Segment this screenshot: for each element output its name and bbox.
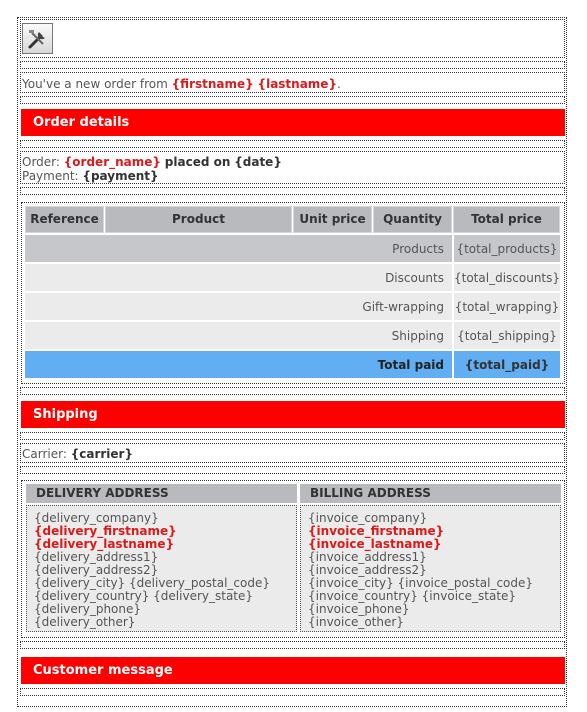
row-total-paid-label: Total paid bbox=[25, 351, 452, 378]
section-shipping: Shipping bbox=[21, 401, 565, 428]
spacer bbox=[20, 641, 565, 649]
header-unit-price: Unit price bbox=[293, 206, 372, 233]
tools-icon bbox=[22, 23, 53, 54]
row-products-value: {total_products} bbox=[454, 235, 560, 262]
spacer bbox=[20, 187, 565, 195]
section-order-details: Order details bbox=[21, 109, 565, 136]
header-quantity: Quantity bbox=[373, 206, 452, 233]
row-discounts-label: Discounts bbox=[25, 264, 452, 291]
payment-line: Payment: {payment} bbox=[22, 169, 159, 183]
order-name-placeholder: {order_name} bbox=[63, 155, 161, 169]
payment-label: Payment: bbox=[22, 169, 79, 183]
spacer bbox=[20, 387, 565, 395]
carrier-placeholder: {carrier} bbox=[70, 447, 134, 461]
billing-address-block: {invoice_company} {invoice_firstname} {i… bbox=[300, 505, 561, 632]
row-wrapping-label: Gift-wrapping bbox=[25, 293, 452, 320]
firstname-placeholder: {firstname} bbox=[171, 77, 254, 91]
billing-address-heading: BILLING ADDRESS bbox=[300, 484, 561, 503]
carrier-label: Carrier: bbox=[22, 447, 67, 461]
header-reference: Reference bbox=[25, 206, 104, 233]
row-products-label: Products bbox=[25, 235, 452, 262]
spacer bbox=[20, 432, 565, 440]
row-shipping-value: {total_shipping} bbox=[454, 322, 560, 349]
row-shipping-label: Shipping bbox=[25, 322, 452, 349]
spacer bbox=[20, 96, 565, 104]
spacer bbox=[20, 140, 565, 148]
date-placeholder: {date} bbox=[234, 155, 282, 169]
delivery-address-block: {delivery_company} {delivery_firstname} … bbox=[26, 505, 297, 632]
payment-placeholder: {payment} bbox=[82, 169, 159, 183]
row-discounts-value: {total_discounts} bbox=[454, 264, 560, 291]
order-line: Order: {order_name} placed on {date} bbox=[22, 155, 282, 169]
section-customer-message: Customer message bbox=[21, 657, 565, 684]
invoice-other: {invoice_other} bbox=[308, 615, 404, 629]
delivery-address-heading: DELIVERY ADDRESS bbox=[26, 484, 297, 503]
lastname-placeholder: {lastname} bbox=[257, 77, 337, 91]
header-total-price: Total price bbox=[453, 206, 560, 233]
intro-suffix: . bbox=[337, 77, 341, 91]
placed-on-text: placed on bbox=[164, 155, 231, 169]
row-total-paid-value: {total_paid} bbox=[454, 351, 560, 378]
row-wrapping-value: {total_wrapping} bbox=[454, 293, 560, 320]
carrier-line: Carrier: {carrier} bbox=[22, 447, 133, 461]
header-product: Product bbox=[105, 206, 292, 233]
spacer bbox=[20, 688, 565, 696]
intro-prefix: You've a new order from bbox=[22, 77, 168, 91]
spacer bbox=[20, 61, 565, 69]
logo-row bbox=[20, 19, 565, 58]
intro-text: You've a new order from {firstname} {las… bbox=[22, 77, 341, 91]
order-label: Order: bbox=[22, 155, 60, 169]
delivery-other: {delivery_other} bbox=[34, 615, 136, 629]
spacer bbox=[20, 466, 565, 474]
